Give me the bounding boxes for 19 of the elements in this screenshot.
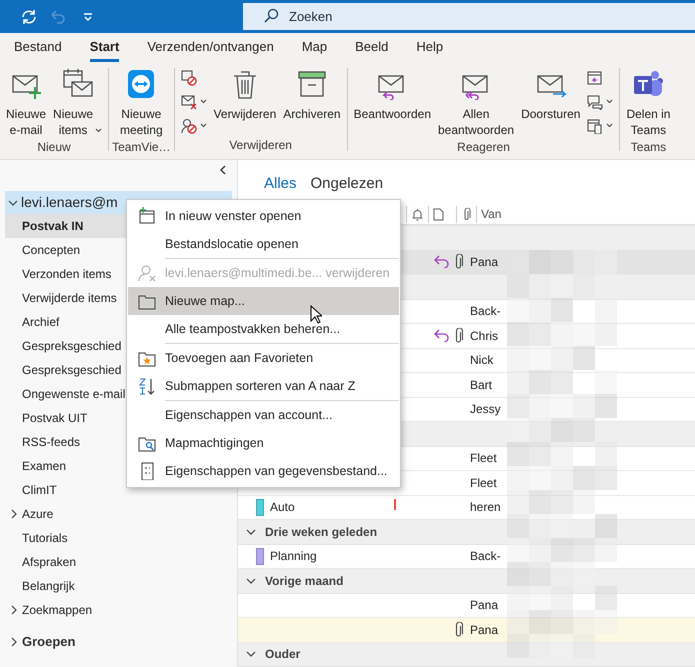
- ribbon-group-label: Verwijderen: [229, 137, 292, 154]
- ribbon-group-label: Nieuw: [37, 139, 71, 156]
- sender-name: Pana: [470, 622, 498, 639]
- sender-name: Jessy: [470, 401, 501, 418]
- ribbon-group-label: Reageren: [457, 139, 510, 156]
- sender-name: Back-: [470, 303, 501, 320]
- ribbon-group-label: TeamVie…: [112, 139, 171, 156]
- sender-name: Bart: [470, 376, 492, 394]
- sender-name: Back-: [470, 548, 501, 566]
- sender-name: Fleet: [470, 450, 497, 468]
- sender-name: Nick: [470, 352, 494, 370]
- sender-name: Fleet: [470, 474, 497, 492]
- sender-name: heren: [470, 499, 501, 516]
- category-label: Auto: [270, 500, 295, 514]
- category-label: Planning: [270, 549, 317, 564]
- ribbon-group-label: Teams: [630, 139, 666, 156]
- sender-name: Pana: [470, 597, 498, 614]
- sender-name: Pana: [470, 254, 498, 272]
- sender-name: Chris: [470, 328, 498, 345]
